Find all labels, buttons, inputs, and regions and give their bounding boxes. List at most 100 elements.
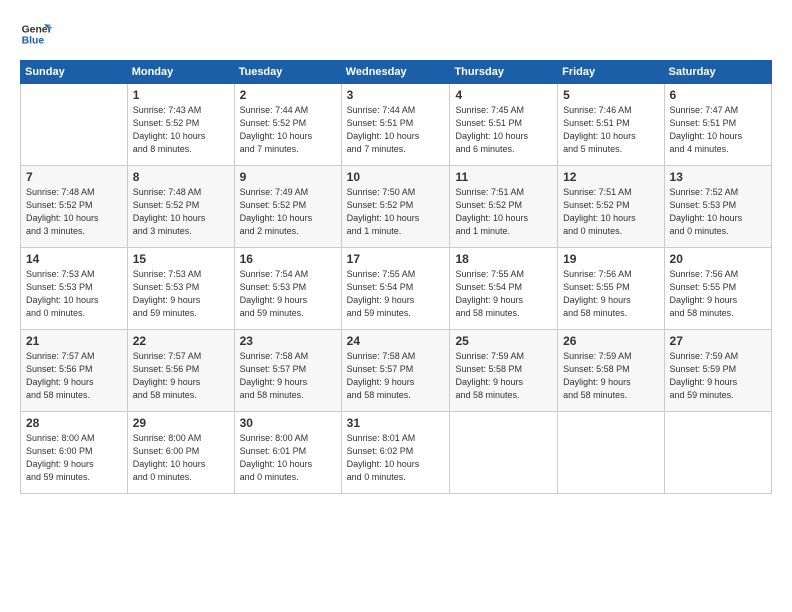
header-monday: Monday xyxy=(127,61,234,84)
day-number: 3 xyxy=(347,88,445,102)
calendar-cell: 15 Sunrise: 7:53 AMSunset: 5:53 PMDayligh… xyxy=(127,248,234,330)
calendar-cell: 25 Sunrise: 7:59 AMSunset: 5:58 PMDayligh… xyxy=(450,330,558,412)
svg-text:Blue: Blue xyxy=(22,36,45,47)
day-number: 26 xyxy=(563,334,658,348)
calendar-week-3: 14 Sunrise: 7:53 AMSunset: 5:53 PMDayligh… xyxy=(21,248,772,330)
page: General Blue SundayMondayTuesdayWednesda… xyxy=(0,0,792,612)
day-number: 2 xyxy=(240,88,336,102)
calendar-cell: 18 Sunrise: 7:55 AMSunset: 5:54 PMDayligh… xyxy=(450,248,558,330)
day-info: Sunrise: 7:56 AMSunset: 5:55 PMDaylight:… xyxy=(670,268,766,320)
day-info: Sunrise: 7:55 AMSunset: 5:54 PMDaylight:… xyxy=(455,268,552,320)
day-number: 12 xyxy=(563,170,658,184)
calendar-cell: 7 Sunrise: 7:48 AMSunset: 5:52 PMDaylight… xyxy=(21,166,128,248)
calendar-cell: 12 Sunrise: 7:51 AMSunset: 5:52 PMDayligh… xyxy=(558,166,664,248)
day-number: 16 xyxy=(240,252,336,266)
calendar-cell: 9Sunrise: 7:49 AMSunset: 5:52 PMDaylight… xyxy=(234,166,341,248)
calendar-cell xyxy=(558,412,664,494)
day-info: Sunrise: 7:57 AMSunset: 5:56 PMDaylight:… xyxy=(26,350,122,402)
calendar-cell: 6Sunrise: 7:47 AMSunset: 5:51 PMDaylight… xyxy=(664,84,771,166)
calendar-cell: 5Sunrise: 7:46 AMSunset: 5:51 PMDaylight… xyxy=(558,84,664,166)
day-info: Sunrise: 7:52 AMSunset: 5:53 PMDaylight:… xyxy=(670,186,766,238)
day-number: 15 xyxy=(133,252,229,266)
calendar-cell xyxy=(21,84,128,166)
day-info: Sunrise: 7:54 AMSunset: 5:53 PMDaylight:… xyxy=(240,268,336,320)
calendar-cell: 28 Sunrise: 8:00 AMSunset: 6:00 PMDayligh… xyxy=(21,412,128,494)
calendar-cell: 17Sunrise: 7:55 AMSunset: 5:54 PMDayligh… xyxy=(341,248,450,330)
calendar-cell: 23Sunrise: 7:58 AMSunset: 5:57 PMDayligh… xyxy=(234,330,341,412)
day-info: Sunrise: 7:53 AMSunset: 5:53 PMDaylight:… xyxy=(26,268,122,320)
day-number: 22 xyxy=(133,334,229,348)
header-saturday: Saturday xyxy=(664,61,771,84)
day-info: Sunrise: 7:56 AMSunset: 5:55 PMDaylight:… xyxy=(563,268,658,320)
calendar-cell: 10 Sunrise: 7:50 AMSunset: 5:52 PMDayligh… xyxy=(341,166,450,248)
header-sunday: Sunday xyxy=(21,61,128,84)
day-number: 18 xyxy=(455,252,552,266)
logo: General Blue xyxy=(20,18,56,50)
calendar-week-5: 28 Sunrise: 8:00 AMSunset: 6:00 PMDayligh… xyxy=(21,412,772,494)
calendar-week-1: 1 Sunrise: 7:43 AMSunset: 5:52 PMDaylight… xyxy=(21,84,772,166)
day-number: 13 xyxy=(670,170,766,184)
day-info: Sunrise: 7:59 AMSunset: 5:58 PMDaylight:… xyxy=(563,350,658,402)
header-tuesday: Tuesday xyxy=(234,61,341,84)
header: General Blue xyxy=(20,18,772,50)
day-number: 25 xyxy=(455,334,552,348)
day-info: Sunrise: 7:51 AMSunset: 5:52 PMDaylight:… xyxy=(563,186,658,238)
day-info: Sunrise: 7:44 AMSunset: 5:51 PMDaylight:… xyxy=(347,104,445,156)
day-info: Sunrise: 7:51 AMSunset: 5:52 PMDaylight:… xyxy=(455,186,552,238)
day-number: 30 xyxy=(240,416,336,430)
header-thursday: Thursday xyxy=(450,61,558,84)
day-number: 7 xyxy=(26,170,122,184)
day-number: 5 xyxy=(563,88,658,102)
calendar-cell: 1 Sunrise: 7:43 AMSunset: 5:52 PMDaylight… xyxy=(127,84,234,166)
calendar-cell: 2 Sunrise: 7:44 AMSunset: 5:52 PMDaylight… xyxy=(234,84,341,166)
calendar-cell: 3 Sunrise: 7:44 AMSunset: 5:51 PMDaylight… xyxy=(341,84,450,166)
calendar-table: SundayMondayTuesdayWednesdayThursdayFrid… xyxy=(20,60,772,494)
calendar-cell xyxy=(450,412,558,494)
calendar-cell: 13 Sunrise: 7:52 AMSunset: 5:53 PMDayligh… xyxy=(664,166,771,248)
calendar-cell: 20 Sunrise: 7:56 AMSunset: 5:55 PMDayligh… xyxy=(664,248,771,330)
day-number: 28 xyxy=(26,416,122,430)
calendar-cell: 16 Sunrise: 7:54 AMSunset: 5:53 PMDayligh… xyxy=(234,248,341,330)
day-number: 29 xyxy=(133,416,229,430)
header-friday: Friday xyxy=(558,61,664,84)
day-number: 20 xyxy=(670,252,766,266)
day-number: 24 xyxy=(347,334,445,348)
day-number: 31 xyxy=(347,416,445,430)
calendar-cell: 19 Sunrise: 7:56 AMSunset: 5:55 PMDayligh… xyxy=(558,248,664,330)
day-number: 8 xyxy=(133,170,229,184)
day-number: 21 xyxy=(26,334,122,348)
day-info: Sunrise: 7:53 AMSunset: 5:53 PMDaylight:… xyxy=(133,268,229,320)
calendar-week-4: 21 Sunrise: 7:57 AMSunset: 5:56 PMDayligh… xyxy=(21,330,772,412)
calendar-cell: 24Sunrise: 7:58 AMSunset: 5:57 PMDayligh… xyxy=(341,330,450,412)
calendar-cell: 21 Sunrise: 7:57 AMSunset: 5:56 PMDayligh… xyxy=(21,330,128,412)
calendar-cell: 4Sunrise: 7:45 AMSunset: 5:51 PMDaylight… xyxy=(450,84,558,166)
day-info: Sunrise: 8:01 AMSunset: 6:02 PMDaylight:… xyxy=(347,432,445,484)
day-info: Sunrise: 7:58 AMSunset: 5:57 PMDaylight:… xyxy=(240,350,336,402)
day-number: 4 xyxy=(455,88,552,102)
calendar-cell xyxy=(664,412,771,494)
day-number: 10 xyxy=(347,170,445,184)
day-info: Sunrise: 7:48 AMSunset: 5:52 PMDaylight:… xyxy=(26,186,122,238)
day-number: 27 xyxy=(670,334,766,348)
day-number: 14 xyxy=(26,252,122,266)
day-info: Sunrise: 7:57 AMSunset: 5:56 PMDaylight:… xyxy=(133,350,229,402)
day-info: Sunrise: 7:59 AMSunset: 5:58 PMDaylight:… xyxy=(455,350,552,402)
calendar-cell: 22 Sunrise: 7:57 AMSunset: 5:56 PMDayligh… xyxy=(127,330,234,412)
calendar-cell: 31 Sunrise: 8:01 AMSunset: 6:02 PMDayligh… xyxy=(341,412,450,494)
day-info: Sunrise: 7:43 AMSunset: 5:52 PMDaylight:… xyxy=(133,104,229,156)
day-info: Sunrise: 7:50 AMSunset: 5:52 PMDaylight:… xyxy=(347,186,445,238)
day-number: 6 xyxy=(670,88,766,102)
calendar-cell: 29 Sunrise: 8:00 AMSunset: 6:00 PMDayligh… xyxy=(127,412,234,494)
day-info: Sunrise: 8:00 AMSunset: 6:00 PMDaylight:… xyxy=(133,432,229,484)
day-info: Sunrise: 7:49 AMSunset: 5:52 PMDaylight:… xyxy=(240,186,336,238)
day-info: Sunrise: 8:00 AMSunset: 6:00 PMDaylight:… xyxy=(26,432,122,484)
day-number: 19 xyxy=(563,252,658,266)
calendar-week-2: 7 Sunrise: 7:48 AMSunset: 5:52 PMDaylight… xyxy=(21,166,772,248)
calendar-cell: 30 Sunrise: 8:00 AMSunset: 6:01 PMDayligh… xyxy=(234,412,341,494)
day-number: 11 xyxy=(455,170,552,184)
day-number: 1 xyxy=(133,88,229,102)
day-info: Sunrise: 7:48 AMSunset: 5:52 PMDaylight:… xyxy=(133,186,229,238)
calendar-cell: 14 Sunrise: 7:53 AMSunset: 5:53 PMDayligh… xyxy=(21,248,128,330)
day-info: Sunrise: 7:44 AMSunset: 5:52 PMDaylight:… xyxy=(240,104,336,156)
day-info: Sunrise: 8:00 AMSunset: 6:01 PMDaylight:… xyxy=(240,432,336,484)
